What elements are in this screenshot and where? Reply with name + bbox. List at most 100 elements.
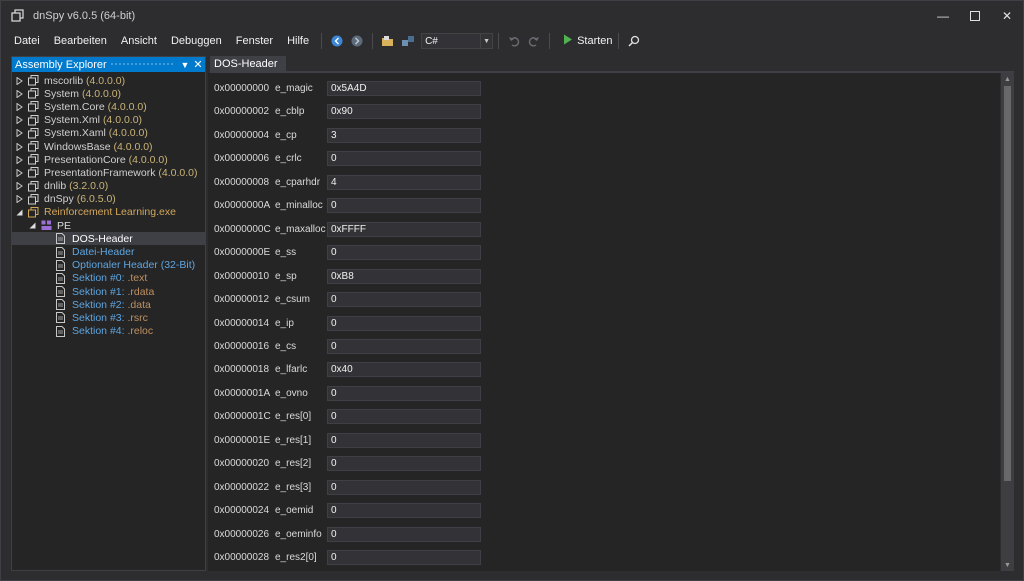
expand-icon[interactable] (15, 102, 23, 111)
tree-item-section[interactable]: Sektion #1: .rdata (12, 285, 205, 298)
field-value-input[interactable]: 0 (327, 245, 481, 261)
tree-item-assembly[interactable]: System (4.0.0.0) (12, 87, 205, 100)
assembly-explorer-header: Assembly Explorer ▼ ✕ (12, 57, 205, 72)
tree-item-header[interactable]: Datei-Header (12, 245, 205, 258)
field-value-input[interactable]: 0 (327, 479, 481, 495)
field-value-input[interactable]: 3 (327, 127, 481, 143)
field-value-input[interactable]: 0 (327, 198, 481, 214)
field-row: 0x0000000A e_minalloc 0 (214, 198, 481, 214)
field-value-input[interactable]: 0 (327, 385, 481, 401)
menu-ansicht[interactable]: Ansicht (114, 31, 164, 51)
scroll-down-icon[interactable]: ▼ (1001, 559, 1014, 571)
tree-item-section[interactable]: Sektion #4: .reloc (12, 325, 205, 338)
start-button[interactable]: Starten (563, 34, 613, 48)
tree-item-assembly[interactable]: PresentationCore (4.0.0.0) (12, 153, 205, 166)
scrollbar-thumb[interactable] (1004, 86, 1011, 481)
tree-item-assembly[interactable]: System.Core (4.0.0.0) (12, 100, 205, 113)
pe-label: PE (57, 219, 72, 232)
tree-item-section[interactable]: Sektion #3: .rsrc (12, 311, 205, 324)
tree-item-exe[interactable]: Reinforcement Learning.exe (12, 206, 205, 219)
expand-icon[interactable] (15, 195, 23, 204)
open-list-icon[interactable] (399, 32, 417, 50)
field-value-input[interactable]: 0x5A4D (327, 81, 481, 96)
section-label: Sektion #0: .text (72, 272, 147, 284)
assembly-icon (28, 154, 39, 165)
panel-dropdown-icon[interactable]: ▼ (179, 57, 191, 72)
field-row: 0x00000022 e_res[3] 0 (214, 479, 481, 495)
collapse-icon[interactable] (15, 208, 23, 216)
expand-icon[interactable] (15, 142, 23, 151)
field-value-input[interactable]: 0x90 (327, 104, 481, 120)
field-row: 0x0000000C e_maxalloc 0xFFFF (214, 221, 481, 237)
menu-debuggen[interactable]: Debuggen (164, 31, 229, 51)
field-row: 0x00000018 e_lfarlc 0x40 (214, 362, 481, 378)
panel-grip[interactable] (110, 62, 175, 67)
tab-dos-header[interactable]: DOS-Header (210, 56, 286, 72)
assembly-icon (28, 141, 39, 152)
section-label: Sektion #3: .rsrc (72, 312, 148, 324)
field-name: e_minalloc (275, 200, 323, 212)
tree-item-assembly[interactable]: dnSpy (6.0.5.0) (12, 193, 205, 206)
collapse-icon[interactable] (28, 222, 36, 230)
expand-icon[interactable] (15, 182, 23, 191)
field-value-input[interactable]: 0 (327, 315, 481, 331)
close-window-button[interactable]: ✕ (991, 1, 1023, 31)
expand-icon[interactable] (15, 116, 23, 125)
document-icon (56, 286, 67, 298)
undo-icon[interactable] (505, 32, 523, 50)
expand-icon[interactable] (15, 168, 23, 177)
menu-bearbeiten[interactable]: Bearbeiten (47, 31, 114, 51)
tree-item-section[interactable]: Sektion #0: .text (12, 272, 205, 285)
menu-hilfe[interactable]: Hilfe (280, 31, 316, 51)
language-select[interactable]: C# ▼ (421, 33, 494, 49)
pe-icon (41, 220, 52, 231)
field-value-input[interactable]: 0x40 (327, 362, 481, 378)
expand-icon[interactable] (15, 129, 23, 138)
expand-icon[interactable] (15, 76, 23, 85)
field-value-input[interactable]: 0 (327, 432, 481, 448)
menu-fenster[interactable]: Fenster (229, 31, 280, 51)
menu-datei[interactable]: Datei (1, 31, 47, 51)
vertical-scrollbar[interactable]: ▲ ▼ (1001, 73, 1014, 571)
tree-item-assembly[interactable]: System.Xaml (4.0.0.0) (12, 127, 205, 140)
open-folder-icon[interactable] (379, 32, 397, 50)
tree-item-header[interactable]: DOS-Header (12, 232, 205, 246)
field-value-input[interactable]: 0 (327, 151, 481, 167)
field-value-input[interactable]: 0xFFFF (327, 221, 481, 237)
maximize-button[interactable] (959, 1, 991, 31)
field-value-input[interactable]: 0 (327, 456, 481, 472)
field-offset: 0x00000004 (214, 129, 270, 141)
tree-item-label: PresentationFramework (4.0.0.0) (44, 167, 198, 179)
tree-item-assembly[interactable]: mscorlib (4.0.0.0) (12, 74, 205, 87)
assembly-icon (28, 114, 39, 126)
assembly-name: dnlib (44, 180, 67, 193)
field-value-input[interactable]: 0 (327, 338, 481, 354)
field-value-input[interactable]: 0 (327, 550, 481, 565)
field-value-input[interactable]: 0 (327, 409, 481, 425)
field-value-input[interactable]: 4 (327, 174, 481, 190)
tree-item-assembly[interactable]: dnlib (3.2.0.0) (12, 180, 205, 193)
tree-item-section[interactable]: Sektion #2: .data (12, 298, 205, 311)
forward-icon[interactable] (348, 32, 366, 50)
tree-item-header[interactable]: Optionaler Header (32-Bit) (12, 259, 205, 272)
scroll-up-icon[interactable]: ▲ (1001, 73, 1014, 85)
field-value-input[interactable]: 0 (327, 503, 481, 519)
tree-item-assembly[interactable]: PresentationFramework (4.0.0.0) (12, 166, 205, 179)
expand-icon[interactable] (15, 89, 23, 98)
redo-icon[interactable] (525, 32, 543, 50)
assembly-icon (28, 180, 39, 192)
field-value-input[interactable]: 0xB8 (327, 268, 481, 284)
expand-icon[interactable] (15, 155, 23, 164)
tree-item-assembly[interactable]: WindowsBase (4.0.0.0) (12, 140, 205, 153)
tree-item-assembly[interactable]: System.Xml (4.0.0.0) (12, 114, 205, 127)
assembly-version: (6.0.5.0) (76, 193, 116, 206)
assembly-name: WindowsBase (44, 140, 111, 153)
back-icon[interactable] (328, 32, 346, 50)
minimize-button[interactable]: — (927, 1, 959, 31)
panel-close-icon[interactable]: ✕ (192, 57, 204, 72)
field-name: e_ss (275, 247, 297, 259)
field-value-input[interactable]: 0 (327, 526, 481, 542)
search-icon[interactable] (625, 32, 643, 50)
tree-item-pe[interactable]: PE (12, 219, 205, 232)
field-value-input[interactable]: 0 (327, 292, 481, 308)
